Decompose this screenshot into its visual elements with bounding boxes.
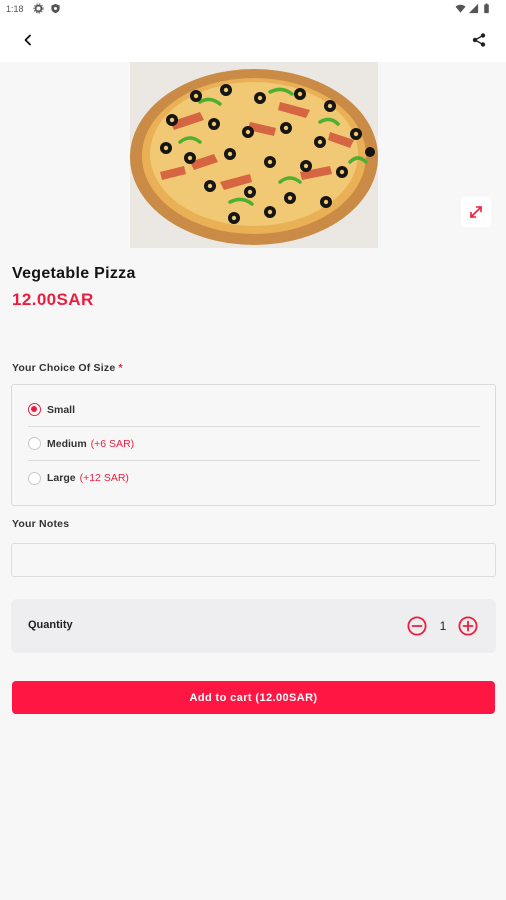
size-option-extra: (+12 SAR) [79, 472, 129, 484]
size-option-label: Medium [47, 437, 87, 450]
expand-image-button[interactable] [461, 197, 491, 227]
size-option-small[interactable]: Small [28, 393, 480, 427]
product-name: Vegetable Pizza [12, 265, 136, 282]
size-section-label: Your Choice Of Size * [12, 362, 123, 374]
size-option-large[interactable]: Large (+12 SAR) [28, 461, 480, 495]
plus-circle-icon [458, 616, 478, 636]
size-option-label: Large [47, 472, 76, 484]
share-icon [472, 33, 486, 47]
battery-icon [484, 3, 489, 14]
shield-icon [51, 3, 60, 14]
pizza-image [130, 62, 378, 248]
size-section-title: Your Choice Of Size [12, 362, 116, 374]
size-option-extra: (+6 SAR) [90, 437, 135, 450]
back-button[interactable] [16, 28, 40, 52]
app-bar [0, 18, 506, 62]
quantity-value: 1 [439, 619, 447, 633]
expand-icon [470, 206, 482, 218]
product-price: 12.00SAR [12, 290, 94, 309]
share-button[interactable] [467, 28, 491, 52]
size-option-label: Small [47, 403, 76, 416]
increase-quantity-button[interactable] [457, 615, 479, 637]
radio-large[interactable] [28, 471, 41, 485]
radio-medium[interactable] [28, 437, 41, 450]
size-options-box: Small Medium (+6 SAR) Large (+12 SAR) [11, 384, 496, 506]
chevron-left-icon [24, 34, 31, 46]
status-time: 1:18 [6, 4, 24, 14]
notes-input[interactable] [11, 543, 496, 577]
quantity-label: Quantity [28, 619, 73, 631]
quantity-card: Quantity 1 [11, 599, 496, 653]
required-mark: * [118, 362, 123, 374]
wifi-icon [455, 4, 466, 13]
status-bar: 1:18 [0, 0, 506, 18]
minus-circle-icon [407, 616, 427, 636]
notes-label: Your Notes [12, 518, 70, 530]
radio-small[interactable] [28, 403, 41, 416]
signal-icon [468, 3, 479, 14]
product-detail-screen: 1:18 Vegetable Pizza 12.00SAR Your Choic… [0, 0, 506, 900]
settings-icon [33, 3, 44, 14]
decrease-quantity-button[interactable] [406, 615, 428, 637]
add-to-cart-button[interactable]: Add to cart (12.00SAR) [12, 681, 495, 714]
size-option-medium[interactable]: Medium (+6 SAR) [28, 427, 480, 461]
